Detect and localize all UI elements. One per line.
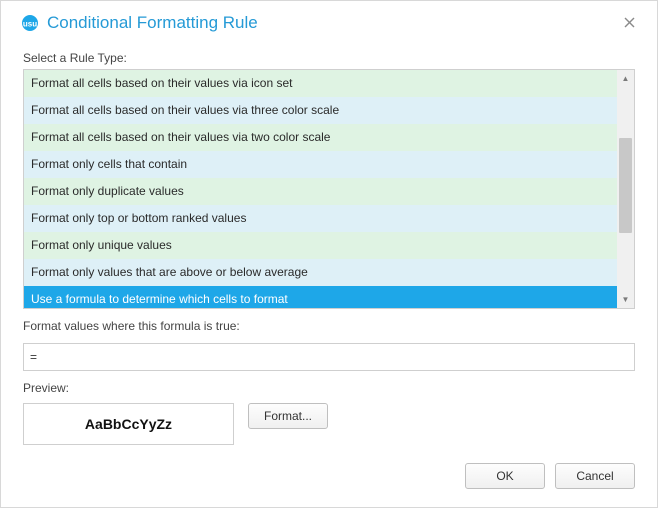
formula-input[interactable] — [23, 343, 635, 371]
conditional-formatting-dialog: usu Conditional Formatting Rule Select a… — [0, 0, 658, 508]
rule-type-label: Select a Rule Type: — [23, 51, 635, 65]
preview-row: AaBbCcYyZz Format... — [23, 403, 635, 445]
formula-label: Format values where this formula is true… — [23, 319, 635, 333]
rule-type-row[interactable]: Use a formula to determine which cells t… — [24, 286, 617, 308]
dialog-footer: OK Cancel — [1, 451, 657, 507]
scroll-up-icon[interactable]: ▲ — [617, 70, 634, 87]
scroll-thumb[interactable] — [619, 138, 632, 233]
rule-type-row[interactable]: Format only top or bottom ranked values — [24, 205, 617, 232]
rule-type-row[interactable]: Format only unique values — [24, 232, 617, 259]
rule-type-list-container: Format all cells based on their values v… — [23, 69, 635, 309]
rule-type-row[interactable]: Format all cells based on their values v… — [24, 70, 617, 97]
svg-text:usu: usu — [23, 20, 37, 29]
titlebar: usu Conditional Formatting Rule — [1, 1, 657, 45]
dialog-title: Conditional Formatting Rule — [47, 13, 618, 33]
dialog-body: Select a Rule Type: Format all cells bas… — [1, 45, 657, 451]
rule-type-row[interactable]: Format only duplicate values — [24, 178, 617, 205]
scroll-down-icon[interactable]: ▼ — [617, 291, 634, 308]
rule-type-row[interactable]: Format all cells based on their values v… — [24, 97, 617, 124]
app-icon: usu — [21, 14, 39, 32]
close-icon[interactable] — [618, 11, 641, 35]
rule-type-row[interactable]: Format only cells that contain — [24, 151, 617, 178]
format-button[interactable]: Format... — [248, 403, 328, 429]
rule-type-list[interactable]: Format all cells based on their values v… — [24, 70, 617, 308]
ok-button[interactable]: OK — [465, 463, 545, 489]
rule-type-row[interactable]: Format all cells based on their values v… — [24, 124, 617, 151]
cancel-button[interactable]: Cancel — [555, 463, 635, 489]
preview-sample: AaBbCcYyZz — [23, 403, 234, 445]
list-scrollbar[interactable]: ▲ ▼ — [617, 70, 634, 308]
rule-type-row[interactable]: Format only values that are above or bel… — [24, 259, 617, 286]
preview-label: Preview: — [23, 381, 635, 395]
